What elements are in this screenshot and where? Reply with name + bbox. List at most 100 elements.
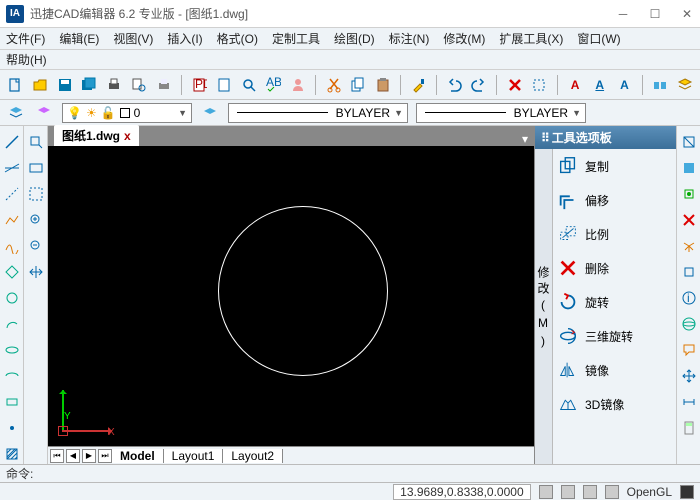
zoom-in-icon[interactable] <box>26 210 46 230</box>
print-preview-icon[interactable] <box>130 75 149 95</box>
layer-combo[interactable]: 💡 ☀ 🔓 0 ▼ <box>62 103 192 123</box>
menu-edit[interactable]: 编辑(E) <box>59 30 99 47</box>
last-layout-button[interactable]: ⏭ <box>98 449 112 463</box>
menu-custom[interactable]: 定制工具 <box>272 30 320 47</box>
zoom-extents-icon[interactable] <box>26 158 46 178</box>
layer-icon[interactable] <box>675 75 694 95</box>
polyline-icon[interactable] <box>2 210 22 230</box>
redo-icon[interactable] <box>470 75 489 95</box>
polar-toggle[interactable] <box>605 485 619 499</box>
ellipse-icon[interactable] <box>2 340 22 360</box>
menu-modify[interactable]: 修改(M) <box>443 30 485 47</box>
person-icon[interactable] <box>289 75 308 95</box>
layer-prev-icon[interactable] <box>200 103 220 123</box>
chevron-down-icon[interactable]: ▾ <box>522 132 528 146</box>
save-icon[interactable] <box>55 75 74 95</box>
palette-item-scale[interactable]: 比例 <box>553 217 676 251</box>
palette-item-mirror[interactable]: 镜像 <box>553 353 676 387</box>
cut-icon[interactable] <box>324 75 343 95</box>
close-button[interactable]: ✕ <box>680 7 694 21</box>
side-tab-modify[interactable]: 修改(M) <box>535 264 552 354</box>
menu-draw[interactable]: 绘图(D) <box>334 30 375 47</box>
ref-icon[interactable] <box>679 132 699 152</box>
polygon-icon[interactable] <box>2 262 22 282</box>
model-space[interactable]: Y X <box>48 146 534 446</box>
ortho-toggle[interactable] <box>583 485 597 499</box>
paste-icon[interactable] <box>374 75 393 95</box>
circle-icon[interactable] <box>2 288 22 308</box>
maximize-button[interactable]: ☐ <box>648 7 662 21</box>
zoom-out-icon[interactable] <box>26 236 46 256</box>
palette-item-rotate3d[interactable]: 三维旋转 <box>553 319 676 353</box>
info-icon[interactable]: i <box>679 288 699 308</box>
chat-icon[interactable] <box>679 340 699 360</box>
menu-view[interactable]: 视图(V) <box>113 30 153 47</box>
menu-dim[interactable]: 标注(N) <box>389 30 430 47</box>
ray-icon[interactable] <box>2 184 22 204</box>
close-tab-icon[interactable]: x <box>124 129 131 143</box>
zoom-window-icon[interactable] <box>26 132 46 152</box>
minimize-button[interactable]: ─ <box>616 7 630 21</box>
ellipse-arc-icon[interactable] <box>2 366 22 386</box>
zoom-realtime-icon[interactable] <box>26 184 46 204</box>
spell-icon[interactable]: ABC <box>264 75 283 95</box>
xline-icon[interactable] <box>2 158 22 178</box>
block-icon[interactable] <box>679 158 699 178</box>
palette-item-delete[interactable]: 删除 <box>553 251 676 285</box>
text-a2-button[interactable]: A <box>590 75 609 95</box>
menu-file[interactable]: 文件(F) <box>6 30 45 47</box>
insert-icon[interactable] <box>679 184 699 204</box>
saveall-icon[interactable] <box>80 75 99 95</box>
move-icon[interactable] <box>679 366 699 386</box>
globe-icon[interactable] <box>679 314 699 334</box>
palette-item-copy[interactable]: 复制 <box>553 149 676 183</box>
lineweight-combo[interactable]: BYLAYER ▼ <box>416 103 586 123</box>
layout-tab-1[interactable]: Layout1 <box>164 449 224 463</box>
explode-icon[interactable] <box>679 236 699 256</box>
point-icon[interactable] <box>2 418 22 438</box>
print-icon[interactable] <box>105 75 124 95</box>
plot-icon[interactable] <box>154 75 173 95</box>
layout-tab-model[interactable]: Model <box>112 449 164 463</box>
snap-toggle[interactable] <box>539 485 553 499</box>
delete-x-icon[interactable] <box>505 75 524 95</box>
new-icon[interactable] <box>6 75 25 95</box>
palette-item-mirror3d[interactable]: 3D镜像 <box>553 387 676 421</box>
batch-icon[interactable] <box>651 75 670 95</box>
text-a3-button[interactable]: A <box>615 75 634 95</box>
square-icon[interactable] <box>679 262 699 282</box>
linetype-combo[interactable]: BYLAYER ▼ <box>228 103 408 123</box>
pdf-icon[interactable]: PDF <box>190 75 209 95</box>
calc-icon[interactable] <box>679 418 699 438</box>
next-layout-button[interactable]: ▶ <box>82 449 96 463</box>
copy-icon[interactable] <box>349 75 368 95</box>
layout-tab-2[interactable]: Layout2 <box>223 449 283 463</box>
select-icon[interactable] <box>530 75 549 95</box>
export-icon[interactable] <box>215 75 234 95</box>
grid-toggle[interactable] <box>561 485 575 499</box>
layer-state-icon[interactable] <box>34 103 54 123</box>
red-x-icon[interactable] <box>679 210 699 230</box>
menu-help[interactable]: 帮助(H) <box>6 51 47 68</box>
undo-icon[interactable] <box>445 75 464 95</box>
menu-format[interactable]: 格式(O) <box>217 30 258 47</box>
line-icon[interactable] <box>2 132 22 152</box>
palette-item-rotate[interactable]: 旋转 <box>553 285 676 319</box>
hatch-icon[interactable] <box>2 444 22 464</box>
spline-icon[interactable] <box>2 236 22 256</box>
rectangle-icon[interactable] <box>2 392 22 412</box>
arc-icon[interactable] <box>2 314 22 334</box>
find-icon[interactable] <box>239 75 258 95</box>
matchprop-icon[interactable] <box>409 75 428 95</box>
first-layout-button[interactable]: ⏮ <box>50 449 64 463</box>
doc-tab[interactable]: 图纸1.dwg x <box>54 125 139 146</box>
menu-insert[interactable]: 插入(I) <box>167 30 202 47</box>
open-icon[interactable] <box>31 75 50 95</box>
layer-manager-icon[interactable] <box>6 103 26 123</box>
pan-icon[interactable] <box>26 262 46 282</box>
prev-layout-button[interactable]: ◀ <box>66 449 80 463</box>
palette-item-offset[interactable]: 偏移 <box>553 183 676 217</box>
dim-icon[interactable] <box>679 392 699 412</box>
text-a1-button[interactable]: A <box>566 75 585 95</box>
command-line[interactable]: 命令: <box>0 464 700 482</box>
